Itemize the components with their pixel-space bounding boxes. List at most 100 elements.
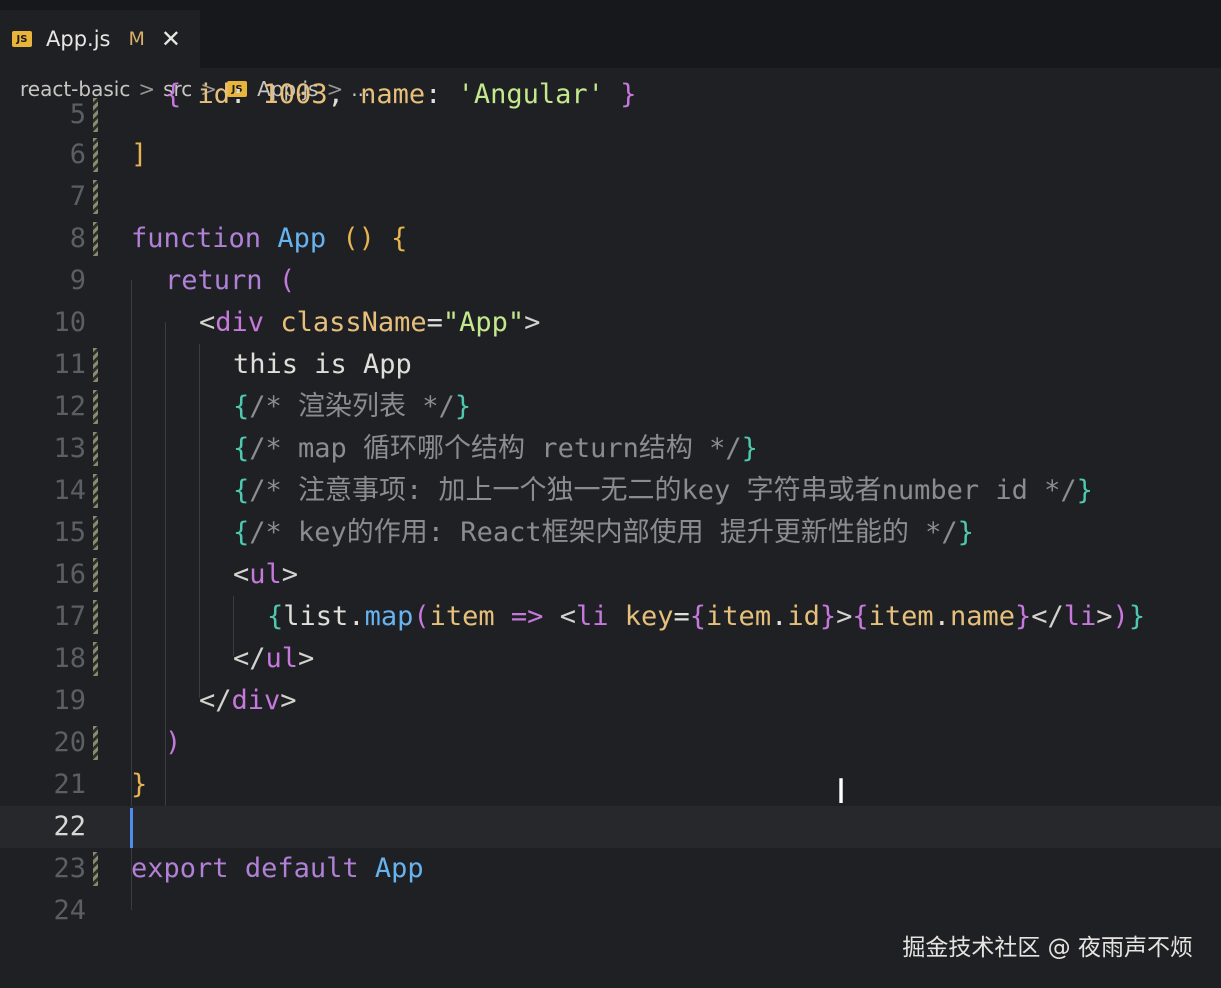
tab-app-js[interactable]: JS App.js M ✕	[0, 10, 200, 70]
git-modified-marker	[93, 558, 98, 592]
line-number: 7	[69, 181, 86, 212]
token: </	[233, 643, 266, 674]
ibeam-cursor-icon: I	[836, 772, 847, 812]
line-number: 12	[53, 391, 86, 422]
line-number: 24	[53, 895, 86, 926]
token: }	[1128, 601, 1146, 632]
tab-label: App.js	[46, 27, 111, 51]
token: </	[199, 685, 232, 716]
token: {	[233, 433, 250, 464]
token: id	[197, 79, 231, 110]
token: (	[413, 601, 430, 632]
token: map	[364, 601, 414, 632]
token: ,	[327, 79, 361, 110]
token: ]	[131, 139, 148, 170]
text-cursor	[130, 808, 133, 848]
token: default	[244, 853, 359, 884]
line-number: 10	[53, 307, 86, 338]
code-line-5: 5 { id: 1003, name: 'Angular' }	[0, 79, 1221, 136]
token: (	[278, 265, 296, 296]
comment: /* map 循环哪个结构 return结构 */	[249, 433, 742, 464]
comment: /* 注意事项: 加上一个独一无二的key 字符串或者number id */	[249, 475, 1077, 506]
token: }	[957, 517, 974, 548]
line-number: 16	[53, 559, 86, 590]
token: >	[298, 643, 315, 674]
token: >	[836, 601, 853, 632]
code-text: {/* 渲染列表 */}	[233, 386, 471, 428]
git-modified-marker	[93, 180, 98, 214]
token: :	[230, 79, 263, 110]
token: className	[280, 307, 427, 338]
code-text: {/* key的作用: React框架内部使用 提升更新性能的 */}	[233, 512, 974, 554]
git-modified-marker	[93, 98, 98, 132]
line-number: 20	[53, 727, 86, 758]
line-number: 6	[69, 139, 86, 170]
modified-indicator: M	[128, 28, 145, 50]
token: .	[771, 601, 788, 632]
code-text: ]	[131, 134, 147, 176]
token: }	[454, 391, 472, 422]
code-text: <div className="App">	[199, 302, 540, 344]
token: ul	[265, 643, 299, 674]
js-file-icon: JS	[12, 31, 32, 47]
token: {	[233, 517, 250, 548]
code-line-14: 14 {/* 注意事项: 加上一个独一无二的key 字符串或者number id…	[0, 470, 1221, 512]
brace: {	[165, 79, 198, 110]
code-line-17: 17 {list.map(item => <li key={item.id}>{…	[0, 596, 1221, 638]
token: }	[819, 601, 837, 632]
code-line-13: 13 {/* map 循环哪个结构 return结构 */}	[0, 428, 1221, 470]
code-text: }	[131, 764, 147, 806]
watermark: 掘金技术社区 @ 夜雨声不烦	[902, 935, 1193, 961]
brace: }	[603, 79, 637, 110]
token: <	[233, 559, 250, 590]
git-modified-marker	[93, 432, 98, 466]
git-modified-marker	[93, 642, 98, 676]
token: item	[429, 601, 495, 632]
code-text: return (	[165, 260, 295, 302]
code-line-21: 21 }	[0, 764, 1221, 806]
code-line-15: 15 {/* key的作用: React框架内部使用 提升更新性能的 */}	[0, 512, 1221, 554]
token: {	[233, 391, 250, 422]
token: )	[1112, 601, 1129, 632]
line-number: 14	[53, 475, 86, 506]
git-modified-marker	[93, 222, 98, 256]
token: 1003	[262, 79, 328, 110]
line-number: 15	[53, 517, 86, 548]
token: ()	[342, 223, 375, 254]
code-text: {list.map(item => <li key={item.id}>{ite…	[267, 596, 1145, 638]
code-text: )	[165, 722, 181, 764]
token: >	[1096, 601, 1113, 632]
code-line-9: 9 return (	[0, 260, 1221, 302]
token: :	[425, 79, 458, 110]
token: }	[1014, 601, 1032, 632]
code-line-7: 7	[0, 176, 1221, 218]
comment: /* key的作用: React框架内部使用 提升更新性能的 */	[249, 517, 958, 548]
line-number: 5	[69, 99, 86, 130]
token: ul	[249, 559, 282, 590]
token: key	[624, 601, 674, 632]
close-icon[interactable]: ✕	[161, 25, 181, 53]
token: div	[215, 307, 265, 338]
token: item	[868, 601, 934, 632]
token: <	[559, 601, 576, 632]
code-text: { id: 1003, name: 'Angular' }	[165, 74, 636, 116]
comment: /* 渲染列表 */	[249, 391, 455, 422]
code-line-22: 22	[0, 806, 1221, 848]
token: {	[852, 601, 869, 632]
token: >	[524, 307, 541, 338]
code-text: <ul>	[233, 554, 298, 596]
line-number: 8	[69, 223, 86, 254]
line-number: 22	[53, 811, 86, 842]
token: .	[348, 601, 365, 632]
token: {	[689, 601, 707, 632]
token: function	[131, 223, 262, 254]
code-line-12: 12 {/* 渲染列表 */}	[0, 386, 1221, 428]
git-modified-marker	[93, 516, 98, 550]
token: =>	[510, 601, 544, 632]
